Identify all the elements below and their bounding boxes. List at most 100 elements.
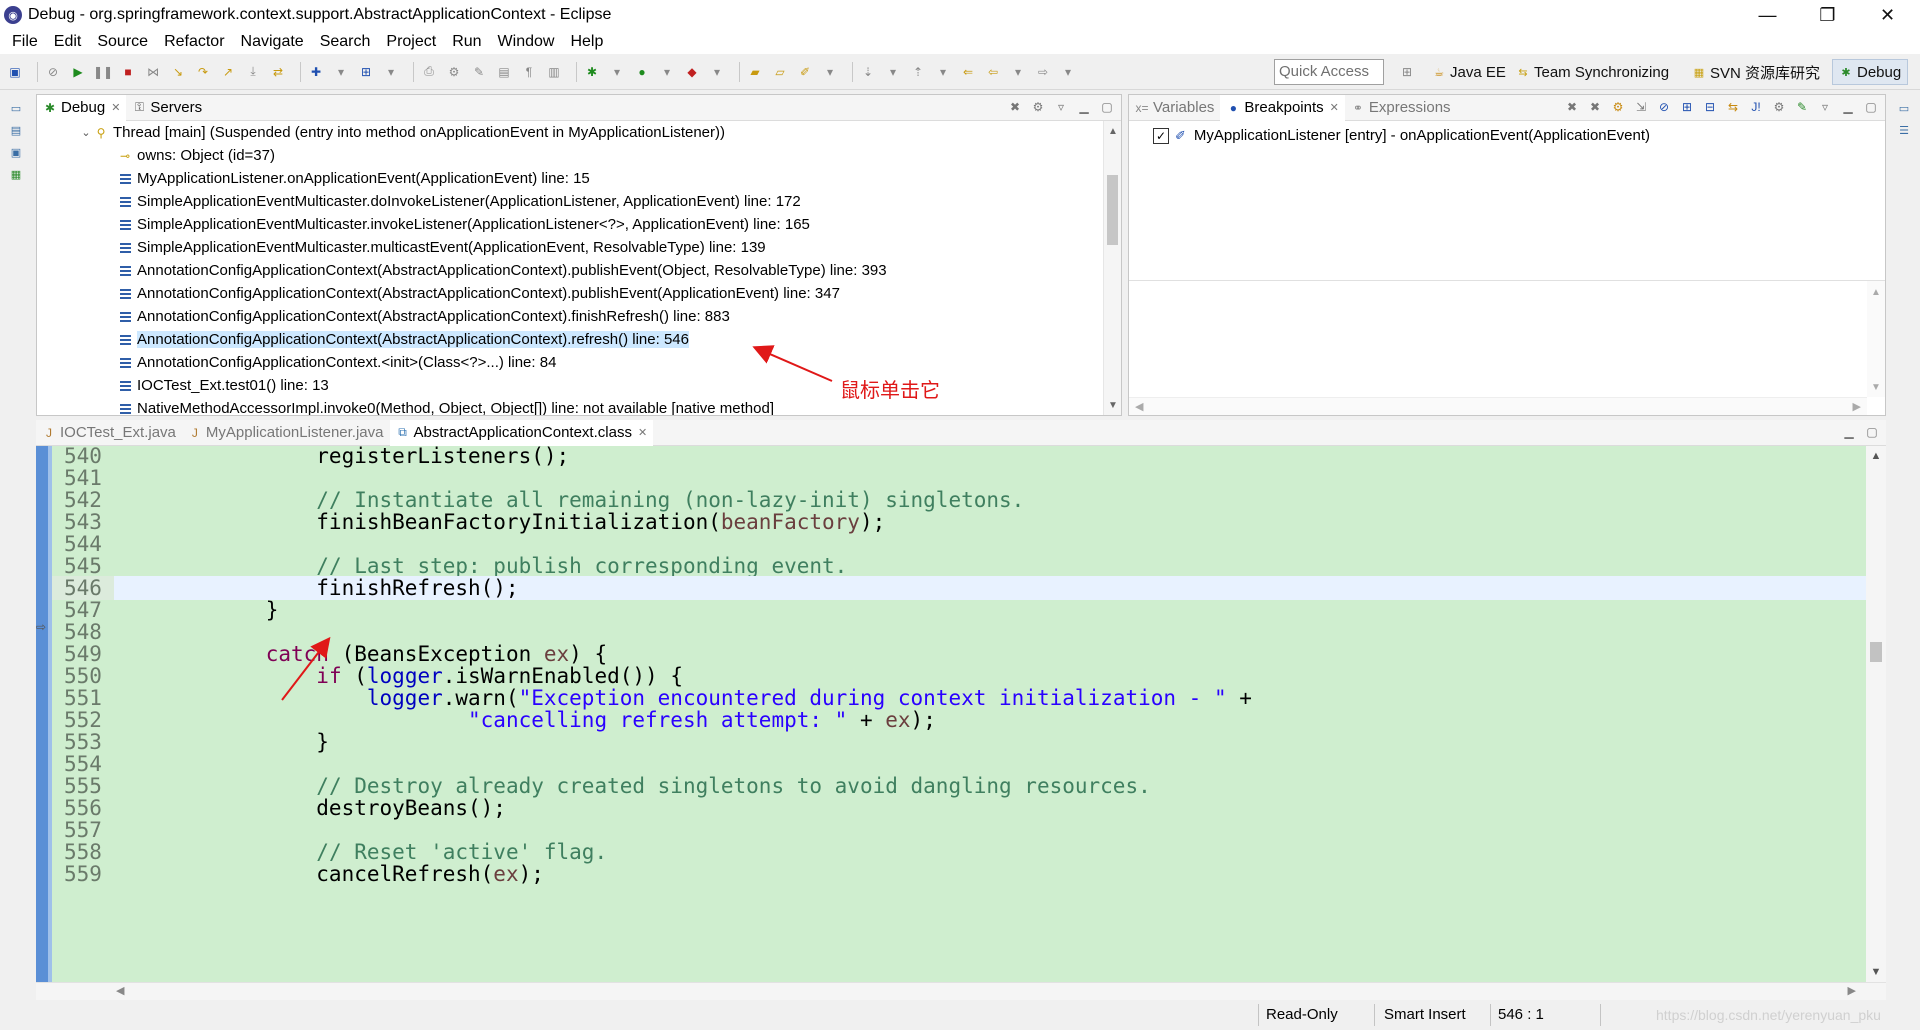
minimize-view-icon[interactable]: ▁ bbox=[1841, 424, 1857, 440]
menu-navigate[interactable]: Navigate bbox=[233, 33, 312, 51]
perspective-team-synchronizing[interactable]: ⇆ Team Synchronizing bbox=[1516, 59, 1669, 85]
maximize-view-icon[interactable]: ▢ bbox=[1864, 424, 1880, 440]
dropdown-arrow-icon[interactable]: ▾ bbox=[708, 63, 726, 81]
previous-annotation-icon[interactable]: ⇡ bbox=[909, 63, 927, 81]
dropdown-arrow-icon[interactable]: ▾ bbox=[821, 63, 839, 81]
drop-to-frame-icon[interactable]: ⤓ bbox=[244, 63, 262, 81]
restore-button[interactable]: ❐ bbox=[1800, 0, 1855, 30]
code-line[interactable]: 556 destroyBeans(); bbox=[52, 796, 1866, 820]
debug-run-icon[interactable]: ✱ bbox=[583, 63, 601, 81]
quick-access-field[interactable]: Quick Access bbox=[1274, 59, 1384, 85]
code-line[interactable]: 555 // Destroy already created singleton… bbox=[52, 774, 1866, 798]
outline-view-icon[interactable]: ☰ bbox=[1896, 122, 1912, 138]
editor-vertical-scrollbar[interactable]: ▲ ▼ bbox=[1866, 446, 1886, 982]
tab-expressions[interactable]: ⚭ Expressions bbox=[1345, 95, 1457, 121]
outline-icon[interactable]: ▦ bbox=[8, 166, 24, 182]
scroll-up-icon[interactable]: ▲ bbox=[1104, 123, 1122, 139]
open-type-icon[interactable]: ⊞ bbox=[357, 63, 375, 81]
remove-breakpoint-icon[interactable]: ✖ bbox=[1564, 99, 1580, 115]
thread-node[interactable]: ⌄ ⚲ Thread [main] (Suspended (entry into… bbox=[37, 121, 1103, 144]
detail-horizontal-scrollbar[interactable]: ◀ ▶ bbox=[1129, 397, 1867, 415]
code-line[interactable]: 558 // Reset 'active' flag. bbox=[52, 840, 1866, 864]
dropdown-arrow-icon[interactable]: ▾ bbox=[658, 63, 676, 81]
link-with-debug-view-icon[interactable]: ⇆ bbox=[1725, 99, 1741, 115]
terminate-icon[interactable]: ■ bbox=[119, 63, 137, 81]
stack-frame[interactable]: SimpleApplicationEventMulticaster.doInvo… bbox=[37, 190, 1103, 213]
toggle-block-icon[interactable]: ▤ bbox=[495, 63, 513, 81]
stack-frame[interactable]: AnnotationConfigApplicationContext(Abstr… bbox=[37, 328, 1103, 351]
scroll-down-icon[interactable]: ▼ bbox=[1871, 382, 1881, 393]
scroll-up-icon[interactable]: ▲ bbox=[1866, 448, 1886, 464]
code-line[interactable]: 546 finishRefresh(); bbox=[52, 576, 1866, 600]
code-line[interactable]: 544 bbox=[52, 532, 1866, 556]
scroll-up-icon[interactable]: ▲ bbox=[1871, 287, 1881, 298]
dropdown-arrow-icon[interactable]: ▾ bbox=[934, 63, 952, 81]
scroll-thumb[interactable] bbox=[1870, 642, 1882, 662]
breakpoint-item[interactable]: ✓ ✐ MyApplicationListener [entry] - onAp… bbox=[1153, 127, 1650, 144]
code-line[interactable]: 549 catch (BeansException ex) { bbox=[52, 642, 1866, 666]
view-menu-icon[interactable]: ▿ bbox=[1817, 99, 1833, 115]
stack-frame[interactable]: AnnotationConfigApplicationContext(Abstr… bbox=[37, 282, 1103, 305]
code-line[interactable]: 553 } bbox=[52, 730, 1866, 754]
import-breakpoints-icon[interactable]: ⚙ bbox=[1771, 99, 1787, 115]
code-line[interactable]: 554 bbox=[52, 752, 1866, 776]
tab-myapplicationlistener[interactable]: J MyApplicationListener.java bbox=[182, 420, 390, 446]
code-line[interactable]: 552 "cancelling refresh attempt: " + ex)… bbox=[52, 708, 1866, 732]
expand-all-icon[interactable]: ⊞ bbox=[1679, 99, 1695, 115]
next-annotation-icon[interactable]: ⇣ bbox=[859, 63, 877, 81]
menu-edit[interactable]: Edit bbox=[46, 33, 90, 51]
tab-variables[interactable]: x= Variables bbox=[1129, 95, 1220, 121]
dropdown-arrow-icon[interactable]: ▾ bbox=[1009, 63, 1027, 81]
view-menu-icon[interactable]: ▿ bbox=[1053, 99, 1069, 115]
build-icon[interactable]: ⚙ bbox=[445, 63, 463, 81]
monitor-node[interactable]: ⊸ owns: Object (id=37) bbox=[37, 144, 1103, 167]
code-line[interactable]: 542 // Instantiate all remaining (non-la… bbox=[52, 488, 1866, 512]
menu-help[interactable]: Help bbox=[562, 33, 611, 51]
disconnect-icon[interactable]: ⋈ bbox=[144, 63, 162, 81]
tab-servers[interactable]: ⚿ Servers bbox=[126, 95, 208, 121]
code-line[interactable]: 548 bbox=[52, 620, 1866, 644]
detail-vertical-scrollbar[interactable]: ▲ ▼ bbox=[1867, 281, 1885, 397]
stack-frame[interactable]: AnnotationConfigApplicationContext.<init… bbox=[37, 351, 1103, 374]
maximize-view-icon[interactable]: ▢ bbox=[1099, 99, 1115, 115]
code-line[interactable]: 547 } bbox=[52, 598, 1866, 622]
stack-frame[interactable]: AnnotationConfigApplicationContext(Abstr… bbox=[37, 259, 1103, 282]
suspend-icon[interactable]: ❚❚ bbox=[93, 63, 113, 81]
open-perspective-icon[interactable]: ⊞ bbox=[1398, 63, 1416, 81]
menu-refactor[interactable]: Refactor bbox=[156, 33, 232, 51]
menu-source[interactable]: Source bbox=[89, 33, 156, 51]
debug-view-menu-icon[interactable]: ⚙ bbox=[1030, 99, 1046, 115]
close-button[interactable]: ✕ bbox=[1860, 0, 1915, 30]
skip-breakpoints-icon[interactable]: ⊘ bbox=[44, 63, 62, 81]
resume-icon[interactable]: ▶ bbox=[69, 63, 87, 81]
skip-all-breakpoints-icon[interactable]: ⊘ bbox=[1656, 99, 1672, 115]
tab-debug[interactable]: ✱ Debug ✕ bbox=[37, 94, 127, 121]
step-return-icon[interactable]: ↗ bbox=[219, 63, 237, 81]
close-icon[interactable]: ✕ bbox=[111, 101, 120, 114]
step-over-icon[interactable]: ↷ bbox=[194, 63, 212, 81]
code-line[interactable]: 550 if (logger.isWarnEnabled()) { bbox=[52, 664, 1866, 688]
stack-frame[interactable]: AnnotationConfigApplicationContext(Abstr… bbox=[37, 305, 1103, 328]
dropdown-arrow-icon[interactable]: ▾ bbox=[332, 63, 350, 81]
minimize-view-icon[interactable]: ▁ bbox=[1840, 99, 1856, 115]
close-icon[interactable]: ✕ bbox=[638, 426, 647, 439]
tab-ioctest-ext[interactable]: J IOCTest_Ext.java bbox=[36, 420, 182, 446]
use-step-filters-icon[interactable]: ⇄ bbox=[269, 63, 287, 81]
editor-horizontal-scrollbar[interactable]: ◀ ▶ bbox=[36, 982, 1886, 1000]
open-task-icon[interactable]: ▱ bbox=[771, 63, 789, 81]
scroll-down-icon[interactable]: ▼ bbox=[1104, 397, 1122, 413]
code-line[interactable]: 551 logger.warn("Exception encountered d… bbox=[52, 686, 1866, 710]
collapse-all-icon[interactable]: ⊟ bbox=[1702, 99, 1718, 115]
maximize-view-icon[interactable]: ▢ bbox=[1863, 99, 1879, 115]
perspective-java-ee[interactable]: ☕ Java EE bbox=[1432, 59, 1506, 85]
add-java-exception-breakpoint-icon[interactable]: J! bbox=[1748, 99, 1764, 115]
scroll-right-icon[interactable]: ▶ bbox=[1848, 984, 1856, 997]
menu-search[interactable]: Search bbox=[312, 33, 379, 51]
code-line[interactable]: 557 bbox=[52, 818, 1866, 842]
minimize-view-icon[interactable]: ▁ bbox=[1076, 99, 1092, 115]
package-explorer-icon[interactable]: ▤ bbox=[8, 122, 24, 138]
coverage-icon[interactable]: ◆ bbox=[683, 63, 701, 81]
run-icon[interactable]: ● bbox=[633, 63, 651, 81]
dropdown-arrow-icon[interactable]: ▾ bbox=[1059, 63, 1077, 81]
code-line[interactable]: 543 finishBeanFactoryInitialization(bean… bbox=[52, 510, 1866, 534]
